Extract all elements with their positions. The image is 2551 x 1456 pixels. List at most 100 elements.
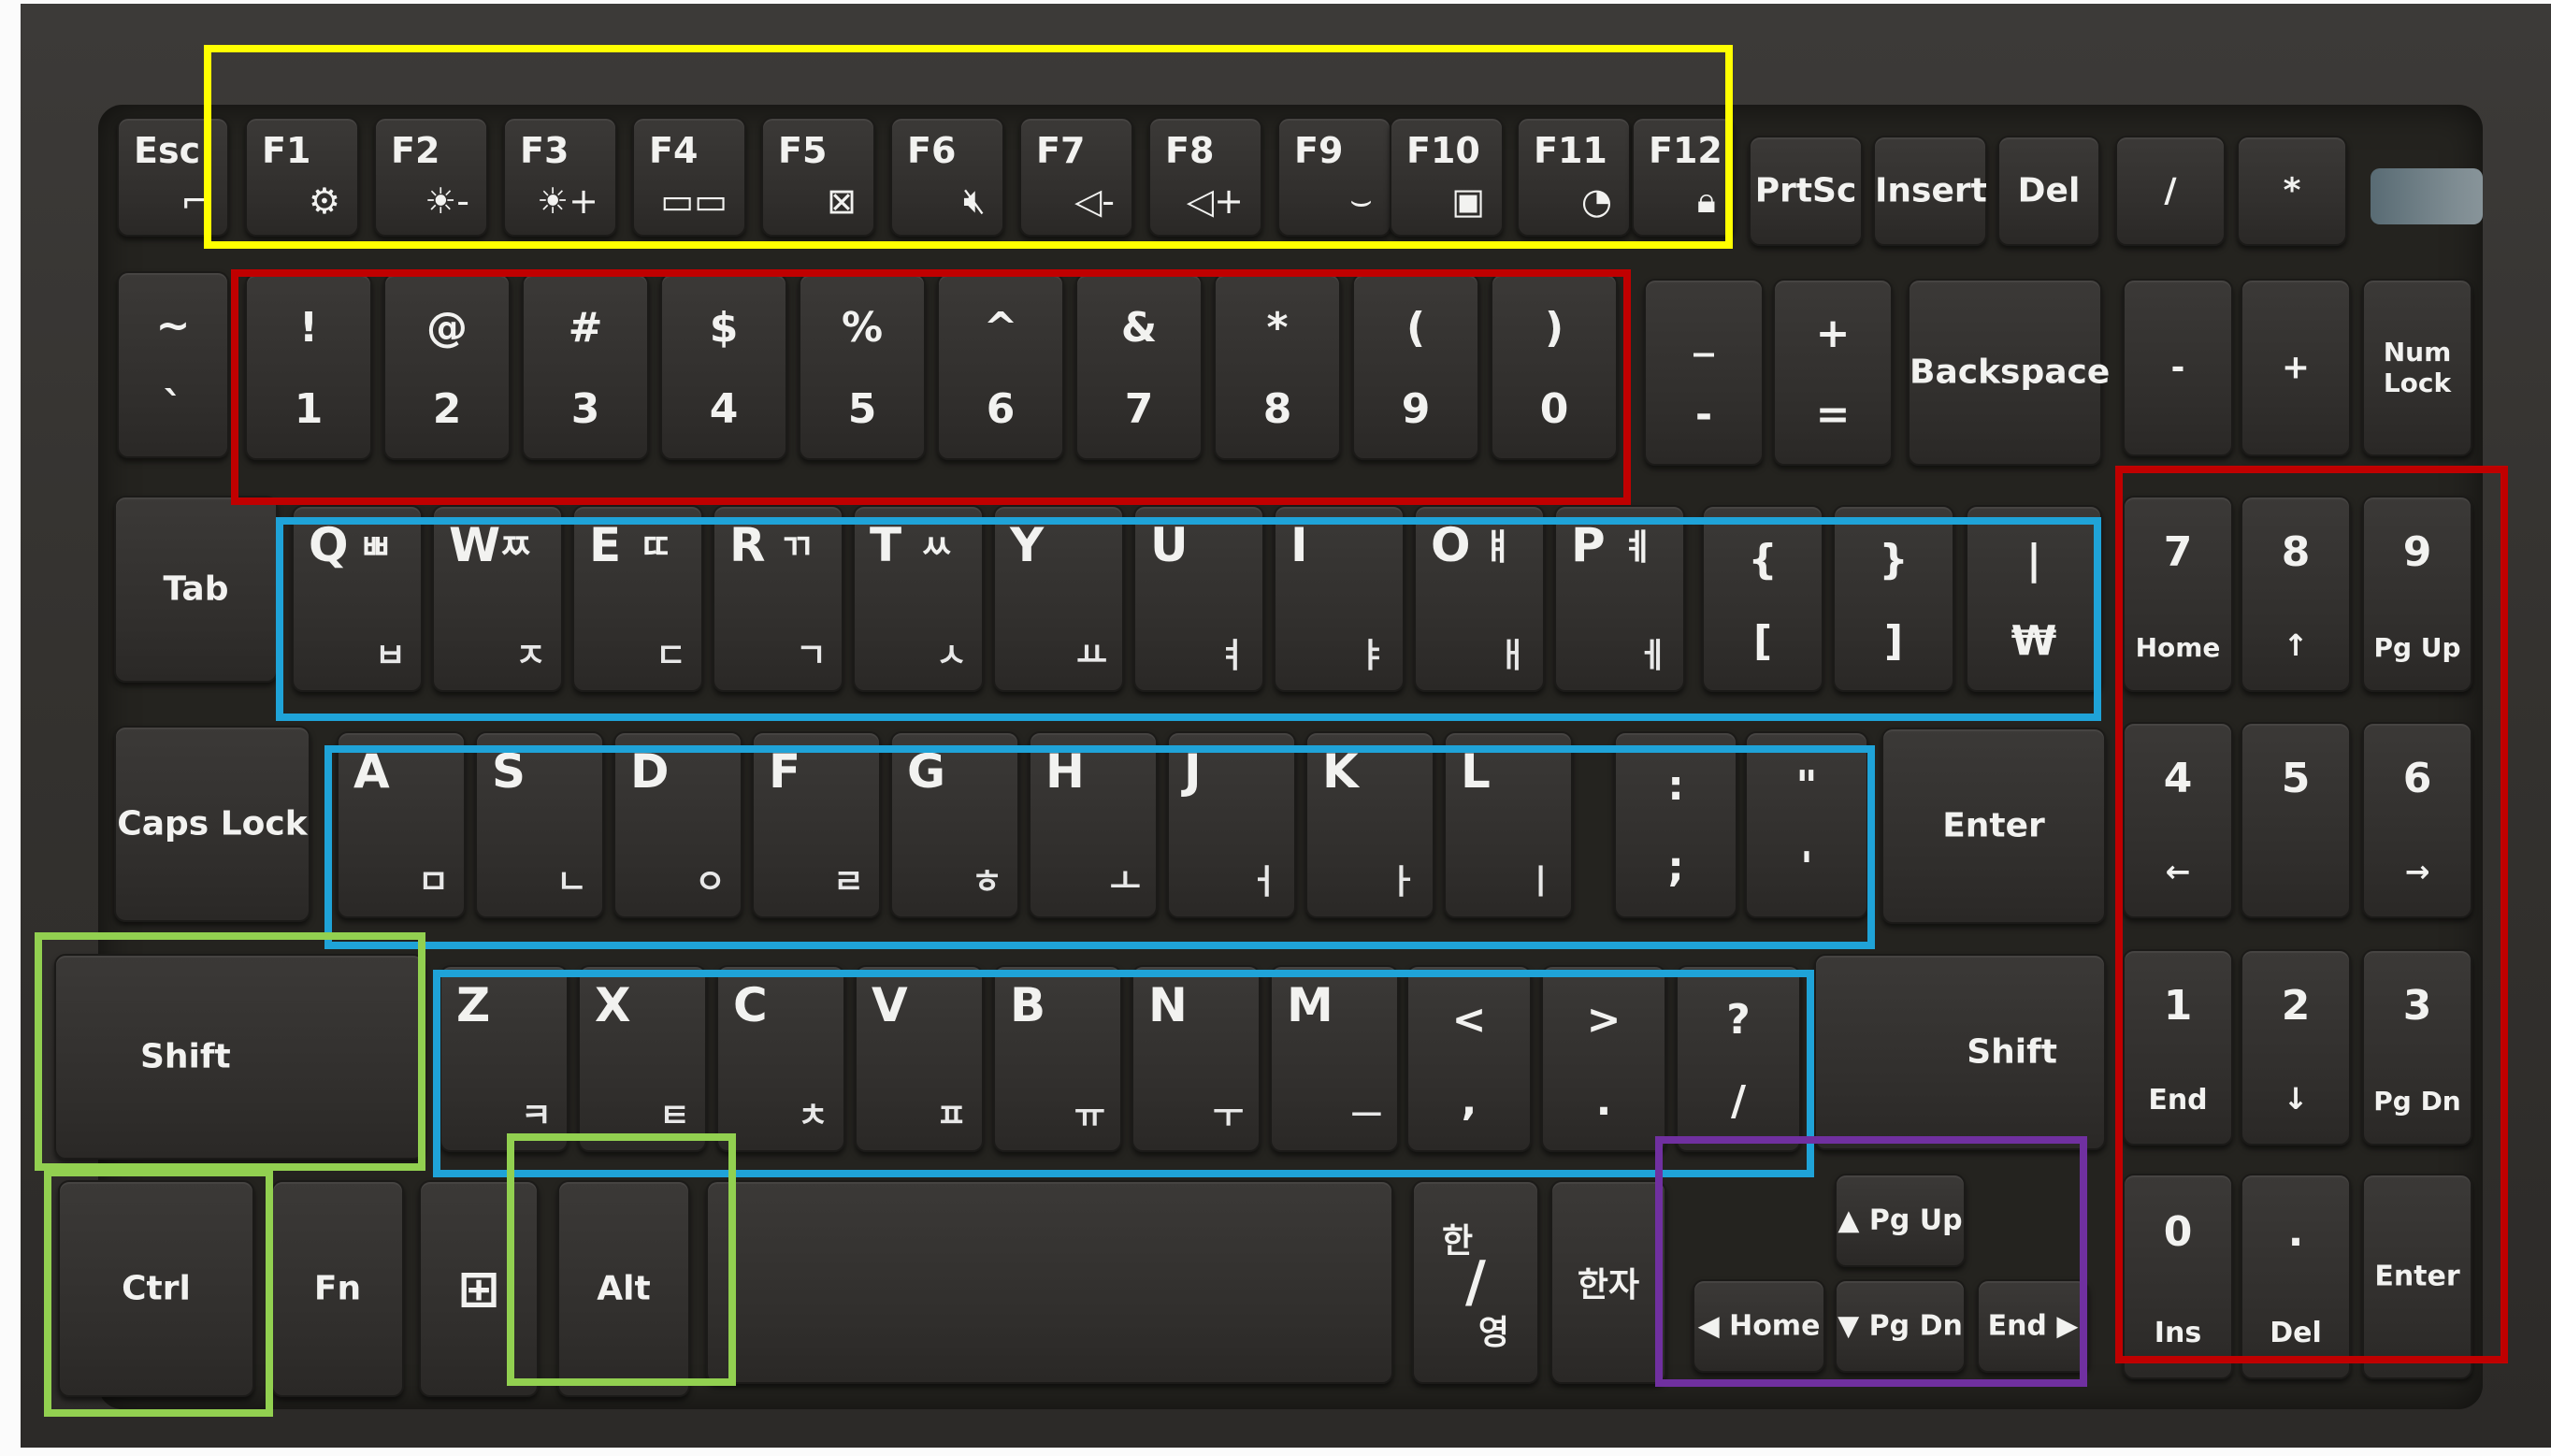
key-digit-5[interactable]: % 5 <box>799 273 926 460</box>
key-letter-a[interactable]: A ㅁ <box>337 731 466 918</box>
key-numpad-5[interactable]: 5 <box>2241 722 2351 918</box>
key-hangul-shift-label: ㅖ <box>1621 526 1654 568</box>
key-letter-z[interactable]: Z ㅋ <box>440 965 569 1152</box>
key-letter-f[interactable]: F ㄹ <box>752 731 881 918</box>
key-f1[interactable]: F1 ⚙ <box>245 117 359 237</box>
key-letter-g[interactable]: G ㅎ <box>890 731 1019 918</box>
key-tab[interactable]: Tab <box>114 496 278 683</box>
key-f2[interactable]: F2 ☀- <box>374 117 488 237</box>
key-letter-y[interactable]: Y ㅛ <box>993 505 1124 692</box>
key-letter-p[interactable]: P ㅖ ㅔ <box>1554 505 1685 692</box>
key-letter-i[interactable]: I ㅑ <box>1274 505 1405 692</box>
key-letter-e[interactable]: E ㄸ ㄷ <box>572 505 703 692</box>
key-hanyeong[interactable]: 한 / 영 <box>1412 1180 1539 1384</box>
key-alt[interactable]: Alt <box>557 1180 690 1397</box>
key-letter-v[interactable]: V ㅍ <box>855 965 984 1152</box>
key-digit-2[interactable]: @ 2 <box>383 273 511 460</box>
key-numpad-dot[interactable]: . Del <box>2241 1174 2351 1379</box>
key-numpad-8[interactable]: 8 ↑ <box>2241 496 2351 692</box>
key-letter-u[interactable]: U ㅕ <box>1133 505 1264 692</box>
key-f5[interactable]: F5 ⊠ <box>761 117 875 237</box>
key-letter-w[interactable]: W ㅉ ㅈ <box>432 505 563 692</box>
key-letter-j[interactable]: J ㅓ <box>1167 731 1296 918</box>
key-digit-0[interactable]: ) 0 <box>1491 273 1618 460</box>
key-numpad-slash[interactable]: / <box>2115 136 2226 246</box>
key-right-bracket[interactable]: } ] <box>1833 505 1954 692</box>
key-letter-x[interactable]: X ㅌ <box>578 965 707 1152</box>
key-quote[interactable]: " ' <box>1745 731 1868 918</box>
key-slash[interactable]: ? / <box>1676 965 1801 1152</box>
key-letter-o[interactable]: O ㅒ ㅐ <box>1414 505 1545 692</box>
key-label: . <box>2287 1207 2304 1256</box>
key-f7[interactable]: F7 ◁- <box>1019 117 1133 237</box>
key-left-bracket[interactable]: { [ <box>1702 505 1823 692</box>
key-digit-4[interactable]: $ 4 <box>660 273 787 460</box>
key-digit-8[interactable]: * 8 <box>1214 273 1341 460</box>
key-f6[interactable]: F6 🔇︎ <box>890 117 1004 237</box>
key-numpad-0[interactable]: 0 Ins <box>2123 1174 2233 1379</box>
key-f12[interactable]: F12 🔒︎ <box>1632 117 1735 237</box>
key-numpad-4[interactable]: 4 ← <box>2123 722 2233 918</box>
key-numpad-7[interactable]: 7 Home <box>2123 496 2233 692</box>
key-period[interactable]: > . <box>1541 965 1666 1152</box>
key-letter-s[interactable]: S ㄴ <box>475 731 604 918</box>
key-page-up[interactable]: ▲ Pg Up <box>1835 1174 1966 1267</box>
key-left-shift[interactable]: Shift <box>54 954 425 1160</box>
key-numlock[interactable]: Num Lock <box>2362 279 2472 456</box>
key-numpad-enter[interactable]: Enter <box>2362 1174 2472 1379</box>
key-digit-9[interactable]: ( 9 <box>1352 273 1479 460</box>
key-digit-6[interactable]: ^ 6 <box>937 273 1064 460</box>
key-numpad-2[interactable]: 2 ↓ <box>2241 949 2351 1146</box>
key-numpad-3[interactable]: 3 Pg Dn <box>2362 949 2472 1146</box>
key-enter[interactable]: Enter <box>1881 728 2106 924</box>
key-numpad-9[interactable]: 9 Pg Up <box>2362 496 2472 692</box>
key-comma[interactable]: < , <box>1406 965 1532 1152</box>
key-numpad-minus[interactable]: - <box>2123 279 2233 456</box>
key-f9[interactable]: F9 ⌣ <box>1277 117 1391 237</box>
key-letter-l[interactable]: L ㅣ <box>1444 731 1573 918</box>
key-letter-d[interactable]: D ㅇ <box>613 731 742 918</box>
key-letter-t[interactable]: T ㅆ ㅅ <box>853 505 984 692</box>
key-letter-m[interactable]: M ㅡ <box>1270 965 1399 1152</box>
key-backspace[interactable]: Backspace <box>1908 279 2110 466</box>
key-minus[interactable]: _ - <box>1644 279 1764 466</box>
key-numpad-star[interactable]: * <box>2237 136 2347 246</box>
key-backtick[interactable]: ~ ` <box>117 271 229 458</box>
key-letter-r[interactable]: R ㄲ ㄱ <box>713 505 843 692</box>
key-f10[interactable]: F10 ▣ <box>1390 117 1504 237</box>
key-letter-k[interactable]: K ㅏ <box>1305 731 1434 918</box>
key-f8[interactable]: F8 ◁+ <box>1148 117 1262 237</box>
key-fn[interactable]: Fn <box>271 1180 404 1397</box>
key-letter-h[interactable]: H ㅗ <box>1029 731 1158 918</box>
key-esc[interactable]: Esc ⌐ <box>117 117 229 237</box>
key-letter-n[interactable]: N ㅜ <box>1131 965 1261 1152</box>
key-digit-7[interactable]: & 7 <box>1075 273 1203 460</box>
key-letter-q[interactable]: Q ㅃ ㅂ <box>292 505 423 692</box>
key-windows[interactable]: ⊞ <box>419 1180 539 1397</box>
key-f11[interactable]: F11 ◔ <box>1517 117 1631 237</box>
key-f3[interactable]: F3 ☀+ <box>503 117 617 237</box>
key-hanja[interactable]: 한자 <box>1550 1180 1666 1384</box>
key-f4[interactable]: F4 ▭▭ <box>632 117 746 237</box>
key-equal[interactable]: + = <box>1773 279 1893 466</box>
key-prtsc[interactable]: PrtSc <box>1749 136 1863 246</box>
key-right-shift[interactable]: Shift <box>1814 954 2106 1150</box>
key-del[interactable]: Del <box>1997 136 2100 246</box>
key-backslash[interactable]: | ₩ <box>1966 505 2102 692</box>
key-label: Pg Dn <box>2373 1086 2461 1117</box>
key-capslock[interactable]: Caps Lock <box>114 726 310 922</box>
key-numpad-6[interactable]: 6 → <box>2362 722 2472 918</box>
key-semicolon[interactable]: : ; <box>1614 731 1737 918</box>
key-ctrl[interactable]: Ctrl <box>58 1180 254 1397</box>
key-page-down[interactable]: ▼ Pg Dn <box>1835 1279 1966 1373</box>
key-letter-c[interactable]: C ㅊ <box>716 965 845 1152</box>
key-space[interactable] <box>706 1180 1393 1384</box>
key-insert[interactable]: Insert <box>1873 136 1987 246</box>
key-numpad-1[interactable]: 1 End <box>2123 949 2233 1146</box>
key-digit-3[interactable]: # 3 <box>522 273 649 460</box>
key-numpad-plus[interactable]: + <box>2241 279 2351 456</box>
key-end[interactable]: End ▶ <box>1977 1279 2089 1373</box>
key-home[interactable]: ◀ Home <box>1693 1279 1825 1373</box>
key-digit-1[interactable]: ! 1 <box>245 273 372 460</box>
key-letter-b[interactable]: B ㅠ <box>993 965 1122 1152</box>
